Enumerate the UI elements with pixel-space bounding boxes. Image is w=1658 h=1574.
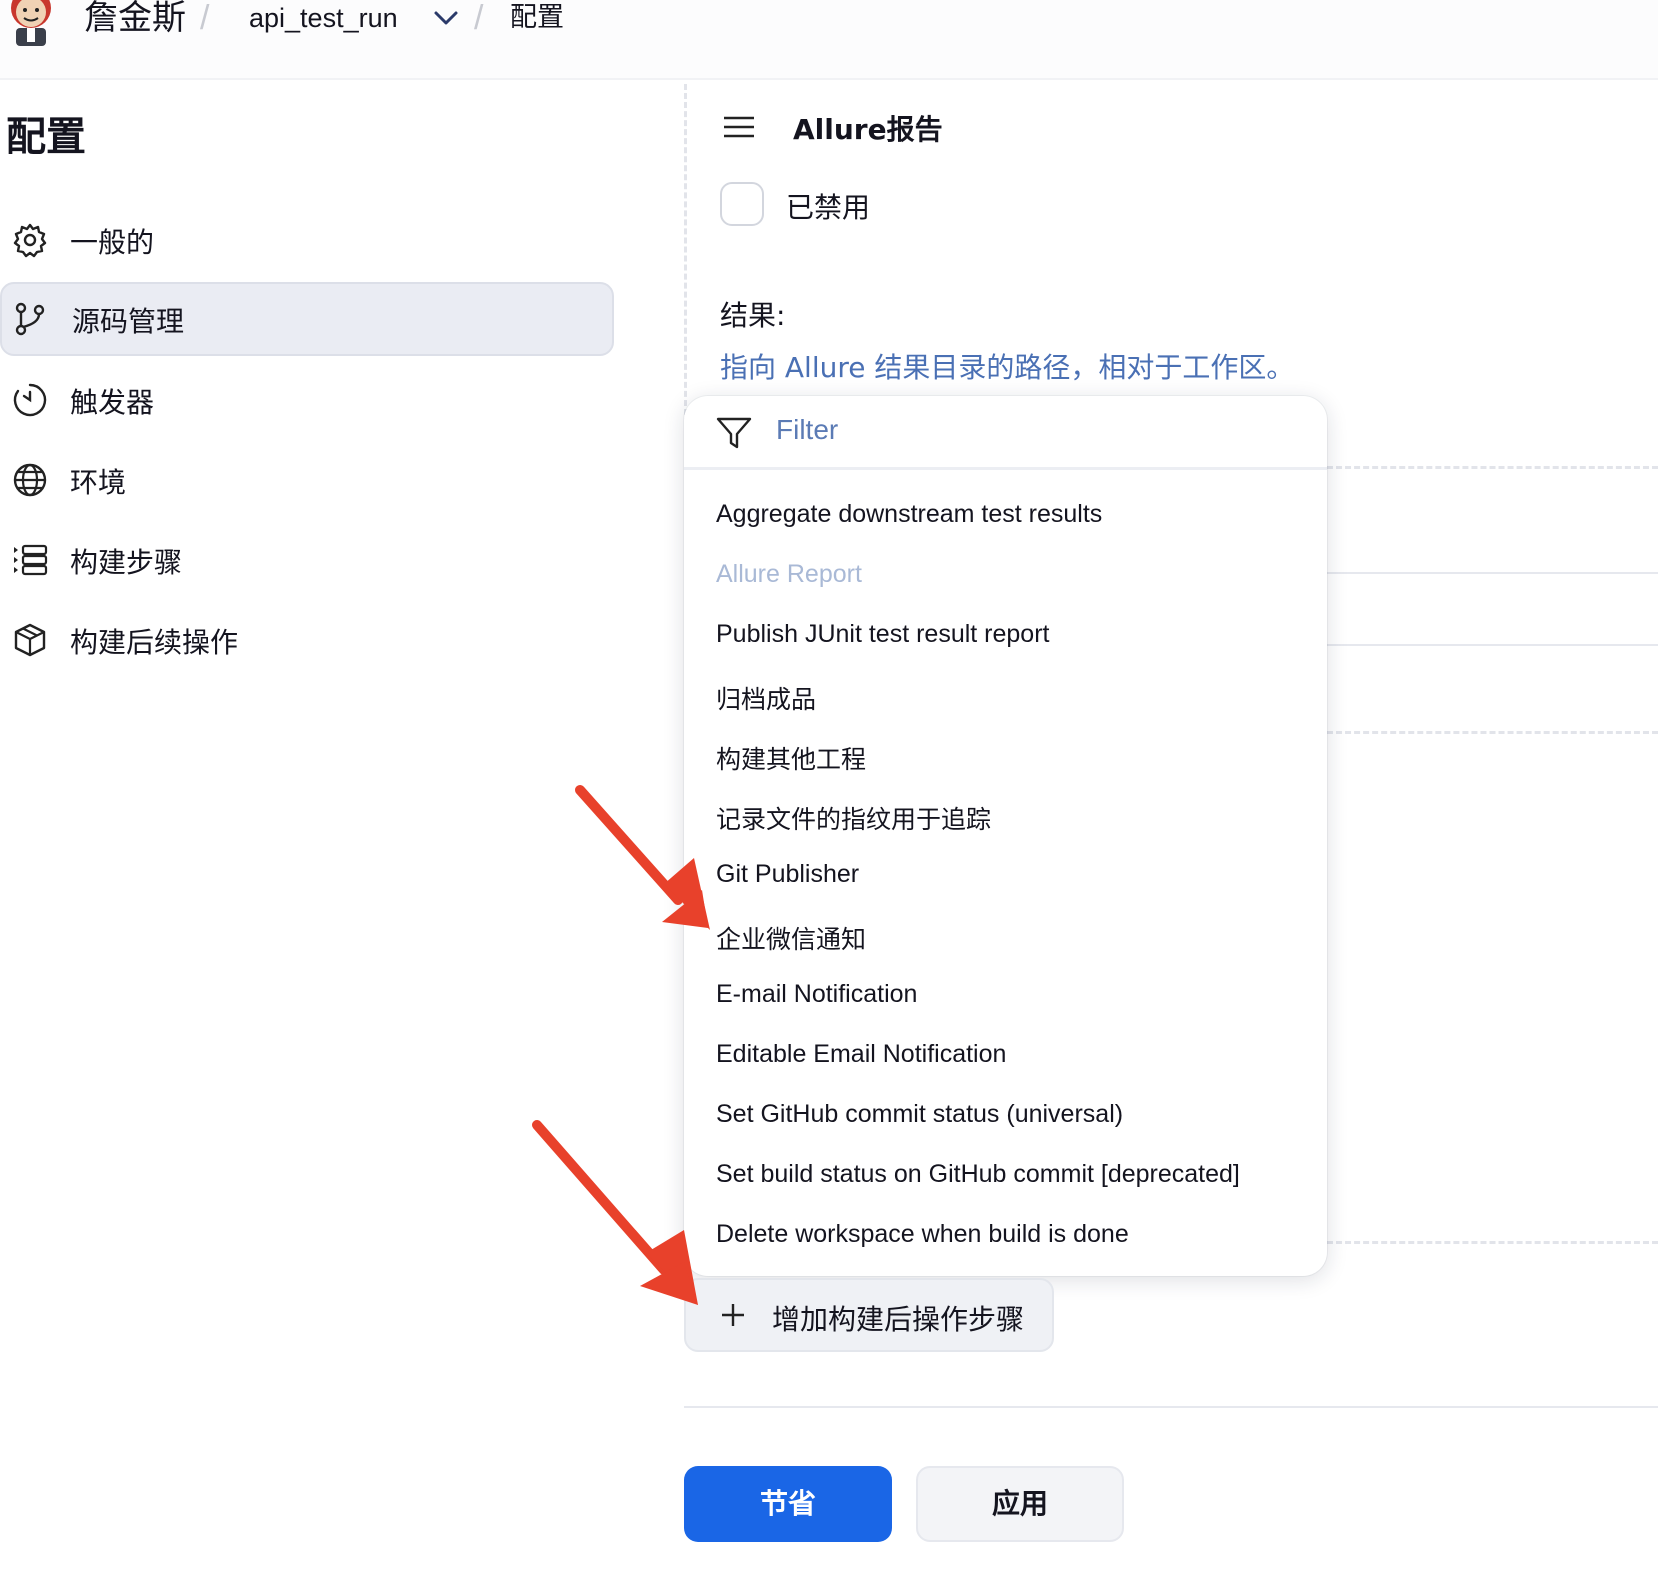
annotation-arrow-icon <box>575 785 710 930</box>
annotation-arrow-icon <box>532 1120 698 1305</box>
annotation-arrows <box>532 785 710 1305</box>
